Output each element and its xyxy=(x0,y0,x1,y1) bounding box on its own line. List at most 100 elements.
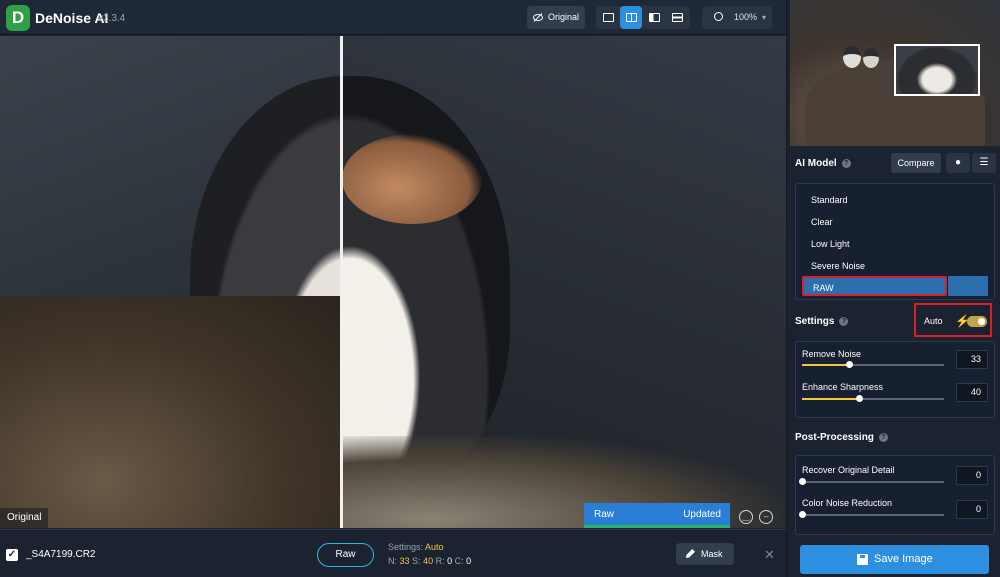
recover-detail-label: Recover Original Detail xyxy=(802,465,895,475)
brush-icon xyxy=(686,549,695,558)
status-model: Raw xyxy=(594,509,615,520)
neutral-face-icon[interactable]: – xyxy=(759,510,773,524)
thumb-bird-1 xyxy=(843,46,861,68)
s-value: 40 xyxy=(423,556,434,566)
app-logo: D xyxy=(6,5,30,31)
model-item-low-light[interactable]: Low Light xyxy=(811,239,850,249)
single-view-icon xyxy=(603,13,614,22)
zoom-icon xyxy=(714,12,723,21)
side-by-side-icon xyxy=(649,13,660,22)
file-name: _S4A7199.CR2 xyxy=(26,549,96,560)
save-label: Save Image xyxy=(874,553,933,565)
s-label: S: xyxy=(412,556,421,566)
file-checkbox[interactable]: ✓ xyxy=(6,549,18,561)
settings-title: Settings xyxy=(795,316,835,327)
status-state: Updated xyxy=(683,509,721,520)
zoom-dropdown[interactable]: 100% ▾ xyxy=(702,6,772,29)
original-image-half xyxy=(0,36,341,528)
model-list: Standard Clear Low Light Severe Noise RA… xyxy=(795,183,995,300)
model-pill-button[interactable]: Raw xyxy=(317,543,374,567)
r-value: 0 xyxy=(447,556,453,566)
split-divider-handle[interactable] xyxy=(340,36,343,528)
slider-fill xyxy=(802,364,849,366)
mask-label: Mask xyxy=(701,549,723,559)
app-version: v3.3.4 xyxy=(98,13,126,24)
view-mode-group xyxy=(596,6,690,29)
settings-sliders: Remove Noise 33 Enhance Sharpness 40 xyxy=(795,341,995,418)
color-noise-label: Color Noise Reduction xyxy=(802,498,893,508)
bird-face-processed xyxy=(342,134,482,224)
settings-summary: Settings: Auto xyxy=(388,542,444,552)
remove-noise-value[interactable]: 33 xyxy=(956,350,988,369)
original-overlay-label: Original xyxy=(0,508,49,528)
toggle-knob xyxy=(978,318,985,325)
post-processing-title: Post-Processing xyxy=(795,432,874,443)
original-label: Original xyxy=(548,12,580,22)
zoom-value: 100% xyxy=(734,12,758,22)
remove-noise-slider[interactable] xyxy=(802,361,944,368)
status-progress xyxy=(584,525,730,528)
settings-mode: Auto xyxy=(425,542,444,552)
image-canvas[interactable]: Original Raw Updated ‿ – xyxy=(0,36,786,528)
model-item-raw[interactable]: RAW xyxy=(802,276,947,296)
settings-panel: AI Model? Compare ● ☰ Standard Clear Low… xyxy=(786,0,1000,577)
original-toggle-button[interactable]: Original xyxy=(527,6,585,29)
slider-knob[interactable] xyxy=(799,511,806,518)
thumb-bird-2 xyxy=(863,48,879,68)
slider-knob[interactable] xyxy=(855,395,863,402)
save-image-button[interactable]: Save Image xyxy=(800,545,989,574)
n-value: 33 xyxy=(399,556,410,566)
model-item-standard[interactable]: Standard xyxy=(811,195,848,205)
comparison-view-icon xyxy=(672,13,683,22)
auto-toggle[interactable] xyxy=(967,316,987,327)
navigator-thumbnail[interactable] xyxy=(790,0,1000,146)
n-label: N: xyxy=(388,556,397,566)
close-icon[interactable]: ✕ xyxy=(764,547,775,563)
slider-fill xyxy=(802,398,859,400)
remove-noise-label: Remove Noise xyxy=(802,349,862,359)
help-icon[interactable]: ? xyxy=(841,158,851,168)
color-noise-value[interactable]: 0 xyxy=(956,500,988,519)
help-icon[interactable]: ? xyxy=(878,432,888,442)
ai-model-title: AI Model xyxy=(795,158,837,169)
slider-knob[interactable] xyxy=(799,478,806,485)
comparison-view-button[interactable] xyxy=(666,6,688,29)
enhance-sharpness-label: Enhance Sharpness xyxy=(802,382,884,392)
split-view-icon xyxy=(626,13,637,22)
top-toolbar: D DeNoise AI v3.3.4 Original 100% ▾ xyxy=(0,0,786,35)
pin-icon[interactable]: ● xyxy=(946,153,970,173)
auto-label: Auto xyxy=(924,316,943,326)
nest-original xyxy=(0,296,341,528)
side-by-side-button[interactable] xyxy=(643,6,665,29)
file-bar: ✓ _S4A7199.CR2 Raw Settings: Auto N: 33 … xyxy=(0,529,786,577)
help-icon[interactable]: ? xyxy=(839,316,849,326)
r-label: R: xyxy=(435,556,445,566)
enhance-sharpness-slider[interactable] xyxy=(802,395,944,402)
ai-model-heading: AI Model? xyxy=(795,158,851,169)
recover-detail-slider[interactable] xyxy=(799,478,944,485)
chevron-down-icon: ▾ xyxy=(761,13,766,22)
processing-status-bar: Raw Updated xyxy=(584,503,730,528)
navigator-viewport-frame[interactable] xyxy=(894,44,980,96)
c-value: 0 xyxy=(466,556,472,566)
happy-face-icon[interactable]: ‿ xyxy=(739,510,753,524)
settings-values: N: 33 S: 40 R: 0 C: 0 xyxy=(388,556,471,566)
c-label: C: xyxy=(454,556,464,566)
mask-button[interactable]: Mask xyxy=(676,543,734,565)
model-item-raw-highlight xyxy=(948,276,988,296)
recover-detail-value[interactable]: 0 xyxy=(956,466,988,485)
list-icon[interactable]: ☰ xyxy=(972,153,996,173)
floppy-disk-icon xyxy=(857,554,868,565)
compare-button[interactable]: Compare xyxy=(891,153,941,173)
auto-toggle-area: Auto ⚡ xyxy=(914,303,992,337)
color-noise-slider[interactable] xyxy=(799,511,944,518)
processed-image-half xyxy=(342,36,786,528)
single-view-button[interactable] xyxy=(597,6,619,29)
split-view-button[interactable] xyxy=(620,6,642,29)
eye-slash-icon xyxy=(533,13,543,22)
model-item-clear[interactable]: Clear xyxy=(811,217,833,227)
enhance-sharpness-value[interactable]: 40 xyxy=(956,383,988,402)
model-item-severe-noise[interactable]: Severe Noise xyxy=(811,261,865,271)
slider-knob[interactable] xyxy=(845,361,853,368)
post-processing-heading: Post-Processing? xyxy=(795,432,888,443)
